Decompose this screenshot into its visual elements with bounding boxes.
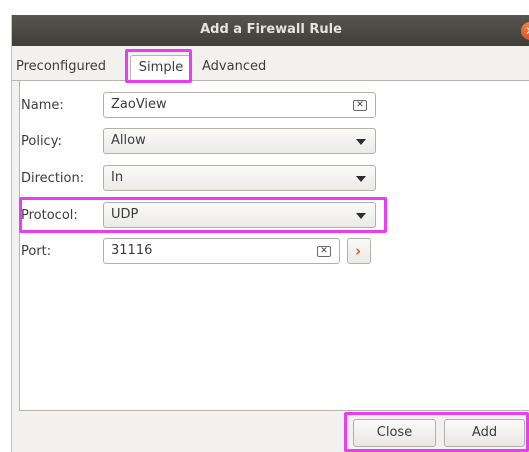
port-menu-button[interactable]: › [347, 238, 371, 264]
policy-dropdown[interactable]: Allow [103, 128, 376, 154]
clear-name-icon[interactable]: ✕ [353, 100, 367, 111]
tab-preconfigured[interactable]: Preconfigured [12, 55, 110, 81]
policy-value: Allow [111, 133, 146, 148]
close-button[interactable]: Close [353, 419, 436, 447]
direction-dropdown[interactable]: In [103, 165, 376, 191]
name-value: ZaoView [111, 97, 167, 112]
port-label: Port: [21, 244, 52, 259]
protocol-label: Protocol: [21, 208, 78, 223]
clear-port-icon[interactable]: ✕ [317, 246, 331, 257]
port-input[interactable]: 31116 ✕ [103, 238, 340, 264]
add-button[interactable]: Add [444, 419, 525, 447]
port-value: 31116 [111, 243, 153, 258]
name-label: Name: [21, 98, 64, 113]
direction-value: In [111, 170, 124, 185]
dialog-title: Add a Firewall Rule [200, 22, 342, 37]
policy-label: Policy: [21, 134, 62, 149]
chevron-down-icon [356, 176, 366, 182]
tab-simple[interactable]: Simple [130, 55, 192, 82]
name-input[interactable]: ZaoView ✕ [103, 92, 376, 118]
direction-label: Direction: [21, 171, 85, 186]
tab-advanced[interactable]: Advanced [198, 55, 270, 81]
close-window-icon[interactable]: ✕ [521, 22, 529, 40]
chevron-down-icon [356, 213, 366, 219]
chevron-right-icon: › [355, 242, 362, 260]
firewall-rule-dialog: Add a Firewall Rule ✕ Preconfigured Simp… [11, 15, 529, 452]
title-bar[interactable]: Add a Firewall Rule ✕ [12, 15, 529, 46]
protocol-dropdown[interactable]: UDP [103, 202, 376, 228]
protocol-value: UDP [111, 207, 139, 222]
chevron-down-icon [356, 139, 366, 145]
tab-bar: Preconfigured Simple Advanced [12, 51, 529, 82]
